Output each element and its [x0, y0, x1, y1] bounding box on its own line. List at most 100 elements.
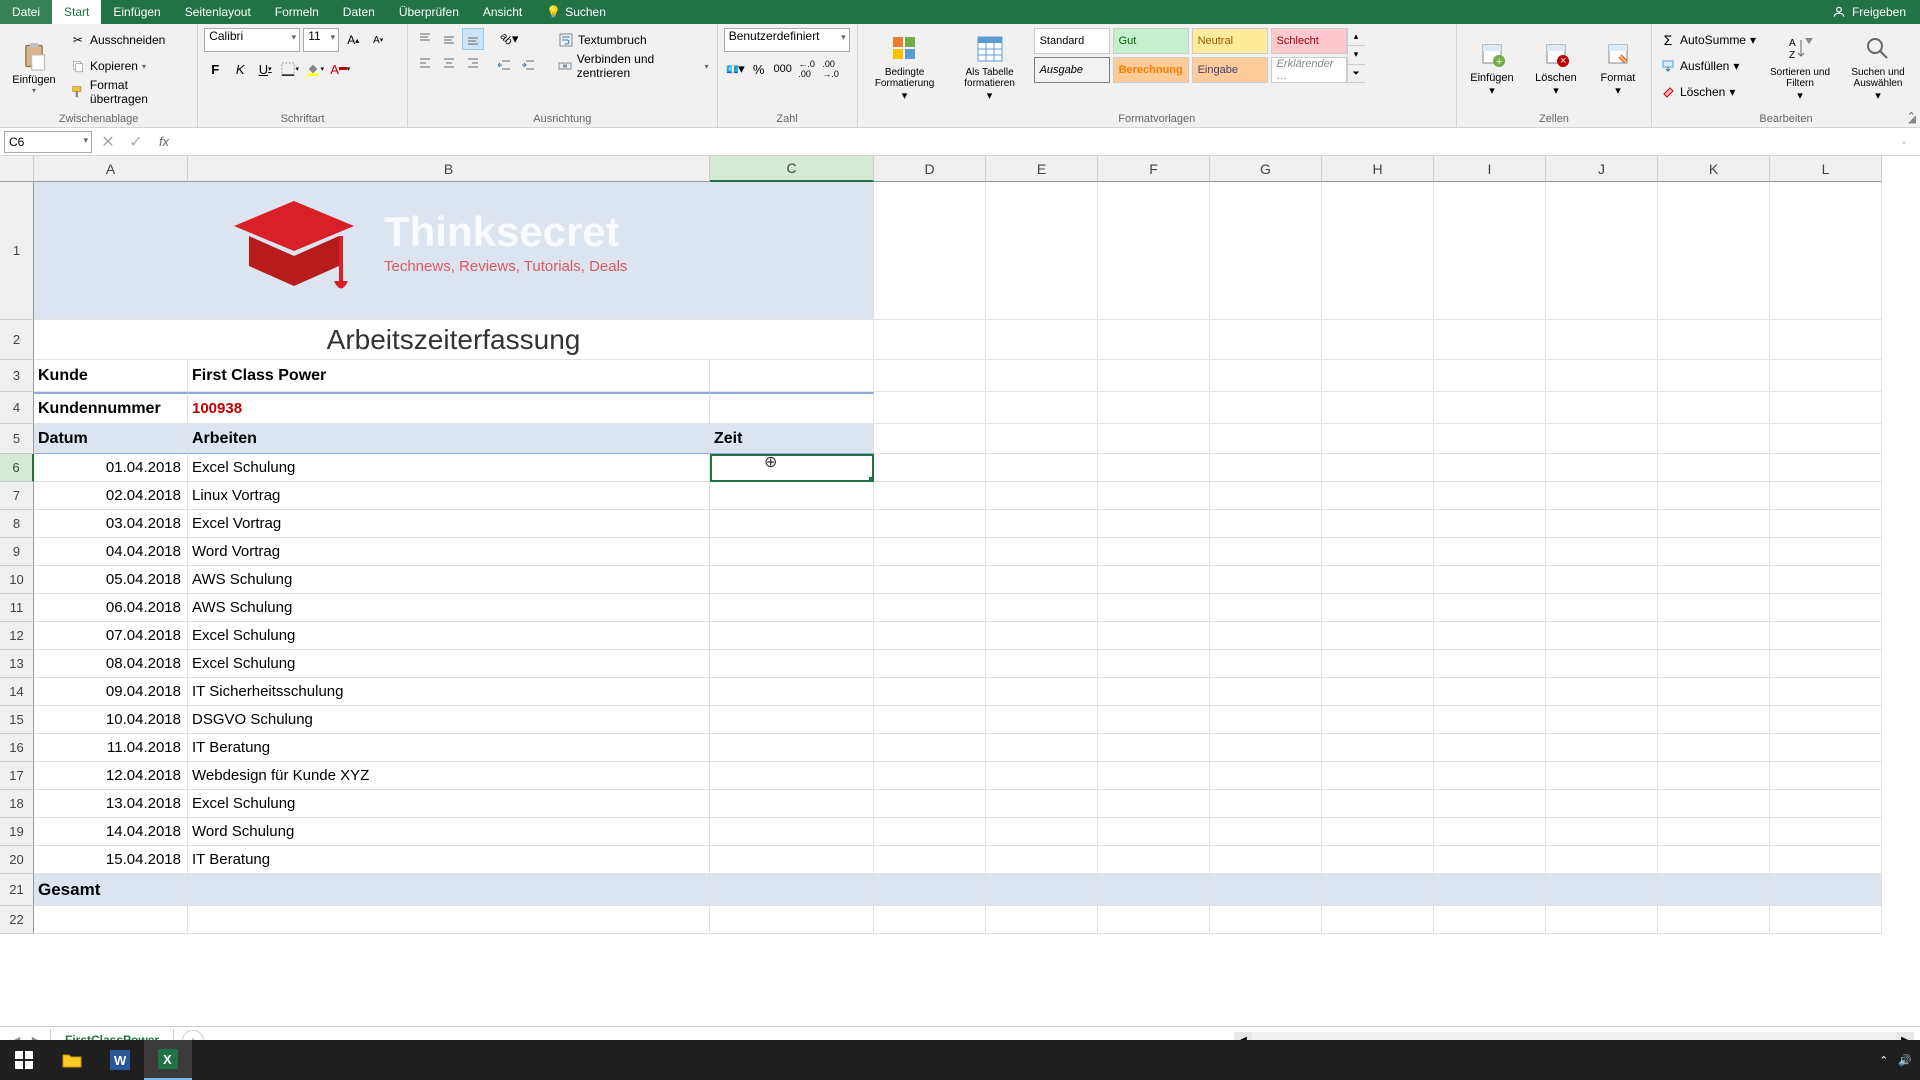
cell[interactable]: [1546, 818, 1658, 846]
cell[interactable]: [1770, 818, 1882, 846]
row-header-17[interactable]: 17: [0, 762, 34, 790]
cell[interactable]: [1210, 360, 1322, 392]
column-header-D[interactable]: D: [874, 156, 986, 182]
cell[interactable]: [1770, 566, 1882, 594]
selected-cell[interactable]: ⊕: [710, 454, 874, 482]
font-size-select[interactable]: 11: [303, 28, 339, 52]
style-gut[interactable]: Gut: [1113, 28, 1189, 54]
cell[interactable]: [1098, 454, 1210, 482]
cell[interactable]: [1322, 622, 1434, 650]
cell[interactable]: [1658, 320, 1770, 360]
cell[interactable]: [874, 182, 986, 320]
style-standard[interactable]: Standard: [1034, 28, 1110, 54]
cell[interactable]: [1770, 182, 1882, 320]
cell[interactable]: [986, 424, 1098, 454]
cell[interactable]: [986, 734, 1098, 762]
cell[interactable]: Excel Schulung: [188, 790, 710, 818]
cell[interactable]: [1546, 538, 1658, 566]
start-button[interactable]: [0, 1040, 48, 1080]
cell[interactable]: 100938: [188, 392, 710, 424]
cell[interactable]: Kundennummer: [34, 392, 188, 424]
cell[interactable]: 14.04.2018: [34, 818, 188, 846]
format-cells-button[interactable]: Format▾: [1591, 28, 1645, 106]
row-header-22[interactable]: 22: [0, 906, 34, 934]
column-header-H[interactable]: H: [1322, 156, 1434, 182]
cell[interactable]: [1210, 818, 1322, 846]
cell[interactable]: 02.04.2018: [34, 482, 188, 510]
cell[interactable]: [986, 482, 1098, 510]
cell[interactable]: [1658, 424, 1770, 454]
cell[interactable]: [710, 622, 874, 650]
cell[interactable]: [874, 510, 986, 538]
cell[interactable]: [874, 734, 986, 762]
cell[interactable]: [1098, 622, 1210, 650]
cell[interactable]: [1098, 594, 1210, 622]
cell[interactable]: [1434, 482, 1546, 510]
cell[interactable]: [1434, 906, 1546, 934]
cell[interactable]: [986, 360, 1098, 392]
insert-cells-button[interactable]: + Einfügen▾: [1463, 28, 1521, 106]
decrease-font-button[interactable]: A▾: [367, 29, 389, 51]
row-header-1[interactable]: 1: [0, 182, 34, 320]
cell[interactable]: [1658, 706, 1770, 734]
cell[interactable]: [1434, 510, 1546, 538]
autosum-button[interactable]: ΣAutoSumme▾: [1658, 28, 1758, 52]
row-header-8[interactable]: 8: [0, 510, 34, 538]
cell[interactable]: [986, 706, 1098, 734]
cell[interactable]: [1210, 846, 1322, 874]
cell[interactable]: [1098, 482, 1210, 510]
formula-input[interactable]: [180, 131, 1888, 153]
row-header-21[interactable]: 21: [0, 874, 34, 906]
cell[interactable]: [986, 320, 1098, 360]
row-header-3[interactable]: 3: [0, 360, 34, 392]
cell[interactable]: [1210, 906, 1322, 934]
cell[interactable]: [986, 392, 1098, 424]
cell[interactable]: [1098, 320, 1210, 360]
tray-chevron-icon[interactable]: ⌃: [1879, 1054, 1888, 1067]
cell[interactable]: [1322, 538, 1434, 566]
cell[interactable]: [1770, 454, 1882, 482]
cell[interactable]: [1770, 392, 1882, 424]
cell[interactable]: [710, 818, 874, 846]
cell[interactable]: [874, 424, 986, 454]
cell[interactable]: [1098, 566, 1210, 594]
cell[interactable]: [1322, 482, 1434, 510]
cell[interactable]: [1322, 650, 1434, 678]
cell[interactable]: [1098, 360, 1210, 392]
cell[interactable]: [1210, 762, 1322, 790]
cell[interactable]: [1770, 622, 1882, 650]
cell[interactable]: 09.04.2018: [34, 678, 188, 706]
cell[interactable]: [1098, 762, 1210, 790]
cell[interactable]: [1434, 678, 1546, 706]
cell[interactable]: 07.04.2018: [34, 622, 188, 650]
cell[interactable]: [1770, 424, 1882, 454]
cell[interactable]: [1658, 594, 1770, 622]
cell[interactable]: [874, 762, 986, 790]
style-eingabe[interactable]: Eingabe: [1192, 57, 1268, 83]
cell[interactable]: [1210, 424, 1322, 454]
cell[interactable]: [874, 650, 986, 678]
cell[interactable]: 11.04.2018: [34, 734, 188, 762]
cell[interactable]: [1098, 818, 1210, 846]
row-header-7[interactable]: 7: [0, 482, 34, 510]
cell[interactable]: [1098, 734, 1210, 762]
cell[interactable]: [874, 678, 986, 706]
cell[interactable]: Excel Schulung: [188, 454, 710, 482]
cell[interactable]: [1658, 790, 1770, 818]
cell[interactable]: [874, 538, 986, 566]
cell[interactable]: [1770, 538, 1882, 566]
cell[interactable]: [1210, 182, 1322, 320]
taskbar-excel[interactable]: X: [144, 1040, 192, 1080]
cell[interactable]: [710, 734, 874, 762]
orientation-button[interactable]: ab▾: [494, 28, 524, 50]
cell[interactable]: [874, 906, 986, 934]
cell[interactable]: [1322, 818, 1434, 846]
column-header-E[interactable]: E: [986, 156, 1098, 182]
paste-button[interactable]: Einfügen ▾: [6, 28, 62, 106]
cell[interactable]: [874, 874, 986, 906]
cell[interactable]: [1658, 566, 1770, 594]
cell[interactable]: [1098, 538, 1210, 566]
cell[interactable]: [1546, 874, 1658, 906]
cell[interactable]: [710, 762, 874, 790]
cell[interactable]: [986, 650, 1098, 678]
